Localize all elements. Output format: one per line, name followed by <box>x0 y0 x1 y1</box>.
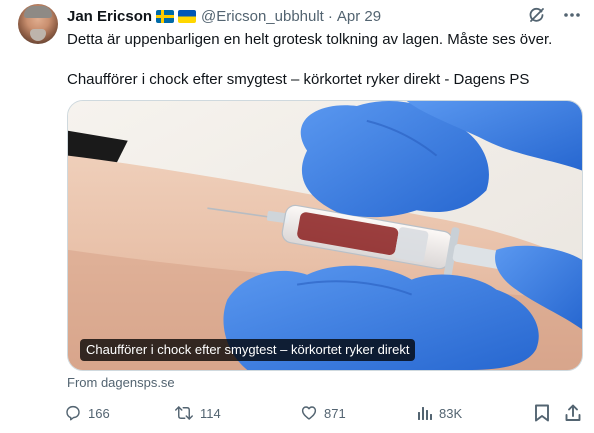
ukrainian-flag-icon <box>178 9 197 23</box>
swedish-flag-icon <box>156 9 175 23</box>
tweet-body: Detta är uppenbarligen en helt grotesk t… <box>67 31 553 48</box>
grok-icon[interactable] <box>528 6 546 24</box>
share-button[interactable] <box>564 402 582 424</box>
tweet-top-icons <box>528 6 580 24</box>
tweet-header: Jan Ericson @Ericson_ubbhult · Apr 29 <box>67 6 381 26</box>
repost-icon <box>174 404 194 422</box>
repost-button[interactable]: 114 <box>174 402 221 424</box>
tweet-actions: 166 114 871 83K <box>64 402 588 424</box>
repost-count: 114 <box>200 405 221 421</box>
reply-icon <box>64 404 82 422</box>
syringe-in-arm-photo-icon <box>68 101 582 370</box>
reply-count: 166 <box>88 405 110 421</box>
tweet-link-title: Chaufförer i chock efter smygtest – körk… <box>67 71 530 88</box>
views-chart-icon <box>417 405 433 421</box>
link-source[interactable]: From dagensps.se <box>67 375 175 390</box>
tweet[interactable]: Jan Ericson @Ericson_ubbhult · Apr 29 De… <box>0 0 594 433</box>
card-title[interactable]: Chaufförer i chock efter smygtest – körk… <box>80 339 416 361</box>
tweet-text: Detta är uppenbarligen en helt grotesk t… <box>67 30 577 90</box>
bookmark-icon <box>534 404 550 422</box>
more-options-icon[interactable] <box>564 13 580 17</box>
reply-button[interactable]: 166 <box>64 402 110 424</box>
author-name[interactable]: Jan Ericson <box>67 8 152 25</box>
avatar-hair <box>24 6 52 18</box>
avatar-beard <box>30 29 46 41</box>
views-button[interactable]: 83K <box>417 402 462 424</box>
tweet-date[interactable]: Apr 29 <box>337 8 381 25</box>
share-icon <box>564 404 582 422</box>
like-count: 871 <box>324 405 346 421</box>
avatar[interactable] <box>18 4 58 44</box>
heart-icon <box>300 404 318 422</box>
author-handle[interactable]: @Ericson_ubbhult <box>201 8 324 25</box>
bookmark-button[interactable] <box>534 402 550 424</box>
views-count: 83K <box>439 405 463 421</box>
like-button[interactable]: 871 <box>300 402 346 424</box>
separator-dot: · <box>327 7 333 25</box>
link-card[interactable]: Chaufförer i chock efter smygtest – körk… <box>67 100 583 371</box>
